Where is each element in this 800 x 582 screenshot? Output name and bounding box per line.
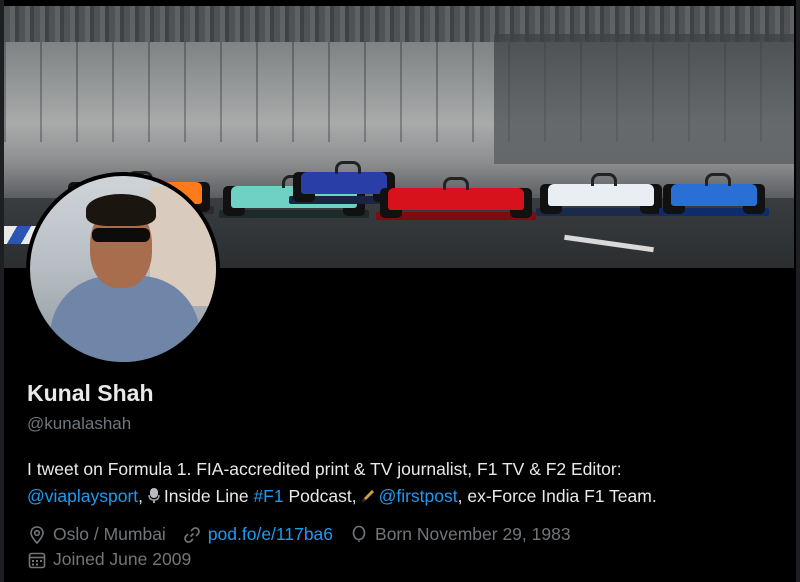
profile-name: Kunal Shah (27, 380, 154, 406)
bio-text: , ex-Force India F1 Team. (457, 486, 657, 506)
avatar-shirt (50, 276, 200, 362)
location-icon (30, 525, 44, 544)
bio-text: I tweet on Formula 1. FIA-accredited pri… (27, 459, 622, 479)
race-car (536, 162, 666, 218)
profile-avatar[interactable] (26, 172, 220, 366)
balloon-icon (352, 525, 366, 542)
website-item[interactable]: pod.fo/e/117ba6 (182, 524, 333, 545)
link-icon (183, 526, 200, 543)
website-link[interactable]: pod.fo/e/117ba6 (208, 524, 333, 545)
joined-text: Joined June 2009 (53, 549, 192, 569)
joined-item: Joined June 2009 (27, 549, 191, 570)
microphone-icon (148, 488, 160, 503)
bio-text: Podcast, (288, 486, 357, 506)
profile-meta-row: Oslo / Mumbai pod.fo/e/117ba6 Born Novem… (27, 524, 587, 545)
birthday-text: Born November 29, 1983 (375, 524, 571, 544)
mention-viaplaysport[interactable]: @viaplaysport (27, 486, 138, 506)
profile-bio: I tweet on Formula 1. FIA-accredited pri… (27, 456, 777, 510)
race-car (659, 162, 769, 218)
avatar-hair (86, 194, 156, 226)
bio-text: , (138, 486, 144, 506)
mention-firstpost[interactable]: @firstpost (379, 486, 458, 506)
profile-handle: @kunalashah (27, 414, 132, 433)
avatar-sunglasses (92, 228, 150, 242)
birthday-item: Born November 29, 1983 (349, 524, 571, 545)
hashtag-f1[interactable]: #F1 (253, 486, 283, 506)
banner-wall (494, 34, 794, 164)
pen-icon (361, 490, 374, 502)
location-item: Oslo / Mumbai (27, 524, 166, 545)
race-car (376, 166, 536, 222)
profile-meta-row-2: Joined June 2009 (27, 549, 207, 570)
location-text: Oslo / Mumbai (53, 524, 166, 544)
calendar-icon (28, 552, 46, 568)
bio-text: Inside Line (163, 486, 249, 506)
